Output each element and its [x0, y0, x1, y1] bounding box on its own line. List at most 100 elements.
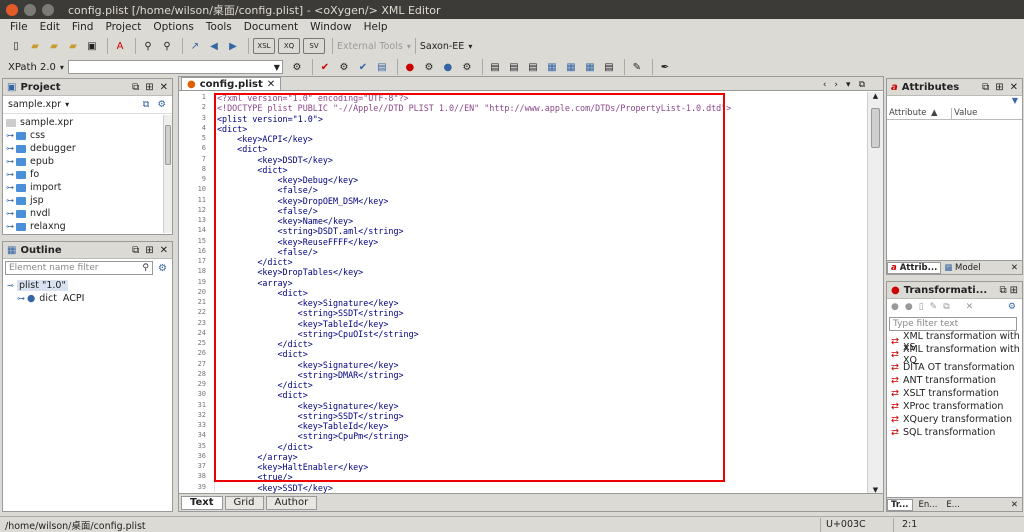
value-column-header[interactable]: Value [951, 108, 977, 119]
xslt-debugger-icon[interactable]: XSL [253, 38, 275, 54]
code-line[interactable]: <string>DSDT.aml</string> [217, 226, 857, 236]
menu-edit[interactable]: Edit [34, 21, 66, 33]
code-line[interactable]: <key>Signature</key> [217, 360, 857, 370]
code-line[interactable]: <key>ReuseFFFF</key> [217, 237, 857, 247]
svn-icon[interactable]: SV [303, 38, 325, 54]
tab-entities[interactable]: En... [916, 500, 941, 510]
scenario-item[interactable]: ⇄ XSLT transformation [891, 387, 1022, 400]
transformer-dropdown-icon[interactable]: ▾ [468, 42, 472, 51]
window-close-button[interactable] [6, 3, 18, 16]
code-line[interactable]: <dict> [217, 288, 857, 298]
expand-icon[interactable]: ⊶ [6, 170, 16, 179]
pin-icon[interactable]: ✒ [657, 59, 673, 75]
code-line[interactable]: <key>HaltEnabler</key> [217, 462, 857, 472]
expand-icon[interactable]: ⊶ [6, 157, 16, 166]
menu-find[interactable]: Find [66, 21, 100, 33]
editor-maximize-icon[interactable]: ⧉ [859, 80, 865, 90]
menu-project[interactable]: Project [99, 21, 147, 33]
tab-author-mode[interactable]: Author [265, 495, 318, 510]
back-icon[interactable]: ◀ [206, 38, 222, 54]
maximize-panel-icon[interactable]: ⧉ [132, 245, 139, 256]
select-content-icon[interactable]: ▤ [525, 59, 541, 75]
code-line[interactable]: <false/> [217, 206, 857, 216]
external-tools-dropdown-icon[interactable]: ▾ [407, 42, 411, 51]
xpath-input[interactable]: ▼ [67, 60, 283, 74]
transform-filter-input[interactable]: Type filter text [889, 317, 1017, 331]
xml-refactor-icon[interactable]: ▤ [601, 59, 617, 75]
close-tab-icon[interactable]: ✕ [267, 79, 275, 90]
code-line[interactable]: <key>ACPI</key> [217, 134, 857, 144]
code-line[interactable]: <key>DSDT</key> [217, 155, 857, 165]
code-line[interactable]: <key>TableId</key> [217, 319, 857, 329]
format-indent-icon[interactable]: ▤ [487, 59, 503, 75]
expand-icon[interactable]: ⊶ [17, 294, 27, 303]
menu-window[interactable]: Window [304, 21, 357, 33]
pin-panel-icon[interactable]: ⊞ [145, 245, 153, 256]
goto-icon[interactable]: ↗ [187, 38, 203, 54]
scenario-item[interactable]: ⇄ DITA OT transformation [891, 361, 1022, 374]
code-line[interactable]: <false/> [217, 247, 857, 257]
tab-elements[interactable]: E... [943, 500, 962, 510]
find-icon[interactable]: ⚲ [140, 38, 156, 54]
code-line[interactable]: </dict> [217, 339, 857, 349]
code-line[interactable]: <dict> [217, 349, 857, 359]
code-line[interactable]: <key>Signature</key> [217, 401, 857, 411]
editor-vertical-scrollbar[interactable]: ▲ ▼ [867, 92, 883, 494]
outline-settings-icon[interactable]: ⚙ [158, 263, 167, 274]
expand-icon[interactable]: ⊶ [6, 222, 16, 231]
open-file-icon[interactable]: ▰ [27, 38, 43, 54]
code-line[interactable]: <plist version="1.0"> [217, 114, 857, 124]
tab-grid-mode[interactable]: Grid [224, 495, 264, 510]
close-panel-icon[interactable]: ✕ [1010, 82, 1018, 93]
transformer-selector[interactable]: Saxon-EE [420, 41, 464, 52]
project-selector[interactable]: sample.xpr [8, 99, 61, 110]
pin-panel-icon[interactable]: ⊞ [1010, 285, 1018, 296]
code-line[interactable]: <dict> [217, 144, 857, 154]
expand-icon[interactable]: ⊶ [6, 183, 16, 192]
code-line[interactable]: </array> [217, 452, 857, 462]
apply-transform-icon[interactable]: ● [402, 59, 418, 75]
pin-panel-icon[interactable]: ⊞ [995, 82, 1003, 93]
outline-item-dict[interactable]: ⊶ ● dict ACPI [7, 292, 172, 305]
code-line[interactable]: <string>CpuOIst</string> [217, 329, 857, 339]
validate-options-icon[interactable]: ⚙ [336, 59, 352, 75]
scenario-item[interactable]: ⇄ SQL transformation [891, 426, 1022, 439]
menu-tools[interactable]: Tools [200, 21, 238, 33]
save-icon[interactable]: ▣ [84, 38, 100, 54]
toggle-comment-icon[interactable]: ▤ [506, 59, 522, 75]
find-replace-icon[interactable]: ⚲ [159, 38, 175, 54]
xquery-debugger-icon[interactable]: XQ [278, 38, 300, 54]
close-panel-icon[interactable]: ✕ [1011, 500, 1022, 510]
menu-help[interactable]: Help [358, 21, 394, 33]
menu-options[interactable]: Options [147, 21, 200, 33]
window-minimize-button[interactable] [24, 3, 36, 16]
code-line[interactable]: <key>DropTables</key> [217, 267, 857, 277]
debug-icon[interactable]: ● [905, 302, 913, 312]
external-tools-button[interactable]: External Tools [337, 41, 403, 52]
validate-icon[interactable]: ✔ [317, 59, 333, 75]
pin-panel-icon[interactable]: ⊞ [145, 82, 153, 93]
code-line[interactable]: </dict> [217, 257, 857, 267]
window-maximize-button[interactable] [42, 3, 54, 16]
collapse-icon[interactable]: ⊸ [7, 281, 17, 290]
tab-model[interactable]: ▦ Model [941, 263, 983, 273]
tab-transformation[interactable]: Tr... [887, 498, 913, 511]
code-line[interactable]: <dict> [217, 124, 857, 134]
project-dropdown-icon[interactable]: ▾ [65, 100, 69, 109]
xpath-dropdown-icon[interactable]: ▼ [274, 63, 280, 72]
code-line[interactable]: <?xml version="1.0" encoding="UTF-8"?> [217, 93, 857, 103]
tab-text-mode[interactable]: Text [181, 495, 223, 510]
open-folder-icon[interactable]: ▰ [65, 38, 81, 54]
transform-options-icon[interactable]: ⚙ [459, 59, 475, 75]
link-editor-icon[interactable]: ⧉ [143, 99, 150, 110]
code-line[interactable]: <!DOCTYPE plist PUBLIC "-//Apple//DTD PL… [217, 103, 857, 113]
code-line[interactable]: <array> [217, 278, 857, 288]
code-line[interactable]: </dict> [217, 380, 857, 390]
code-line[interactable]: <key>Signature</key> [217, 298, 857, 308]
code-line[interactable]: <key>SSDT</key> [217, 483, 857, 493]
element-filter-input[interactable]: Element name filter ⚲ [5, 261, 153, 275]
xpath-version-selector[interactable]: XPath 2.0 [8, 62, 56, 73]
project-root[interactable]: sample.xpr [6, 116, 172, 129]
attributes-dropdown-icon[interactable]: ▼ [887, 96, 1022, 108]
transform-settings-icon[interactable]: ⚙ [1008, 302, 1016, 312]
